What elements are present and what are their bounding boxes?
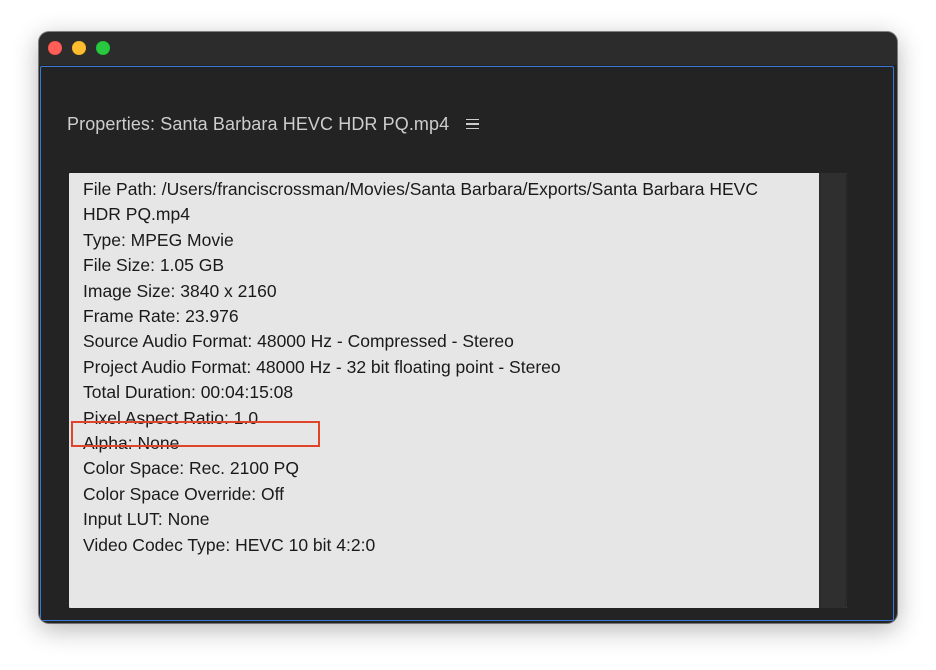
property-line-pixel-aspect: Pixel Aspect Ratio: 1.0 [83,407,259,428]
property-line-file-path-cont: HDR PQ.mp4 [83,204,190,225]
property-line-alpha: Alpha: None [83,433,180,454]
property-line-color-space-override: Color Space Override: Off [83,483,285,504]
properties-window: Properties: Santa Barbara HEVC HDR PQ.mp… [39,32,897,623]
property-line-color-space: Color Space: Rec. 2100 PQ [83,458,299,479]
property-line-source-audio: Source Audio Format: 48000 Hz - Compress… [83,331,514,352]
property-line-file-path: File Path: /Users/franciscrossman/Movies… [83,179,758,199]
vertical-scrollbar[interactable] [819,173,847,608]
zoom-icon[interactable] [96,41,110,55]
property-line-image-size: Image Size: 3840 x 2160 [83,280,277,301]
panel-title: Properties: Santa Barbara HEVC HDR PQ.mp… [67,113,450,134]
window-titlebar[interactable] [39,32,897,65]
property-line-video-codec: Video Codec Type: HEVC 10 bit 4:2:0 [83,534,376,555]
properties-text: File Path: /Users/franciscrossman/Movies… [83,177,818,558]
property-line-input-lut: Input LUT: None [83,509,210,530]
minimize-icon[interactable] [72,41,86,55]
scrollbar-track[interactable] [821,173,845,608]
close-icon[interactable] [48,41,62,55]
property-line-frame-rate: Frame Rate: 23.976 [83,306,239,327]
property-line-file-size: File Size: 1.05 GB [83,255,225,276]
properties-info-box: File Path: /Users/franciscrossman/Movies… [69,173,847,608]
hamburger-menu-icon[interactable] [466,118,480,130]
panel-header: Properties: Santa Barbara HEVC HDR PQ.mp… [67,113,480,135]
property-line-type: Type: MPEG Movie [83,229,234,250]
properties-panel: Properties: Santa Barbara HEVC HDR PQ.mp… [40,66,894,621]
property-line-duration: Total Duration: 00:04:15:08 [83,382,294,403]
property-line-project-audio: Project Audio Format: 48000 Hz - 32 bit … [83,356,561,377]
